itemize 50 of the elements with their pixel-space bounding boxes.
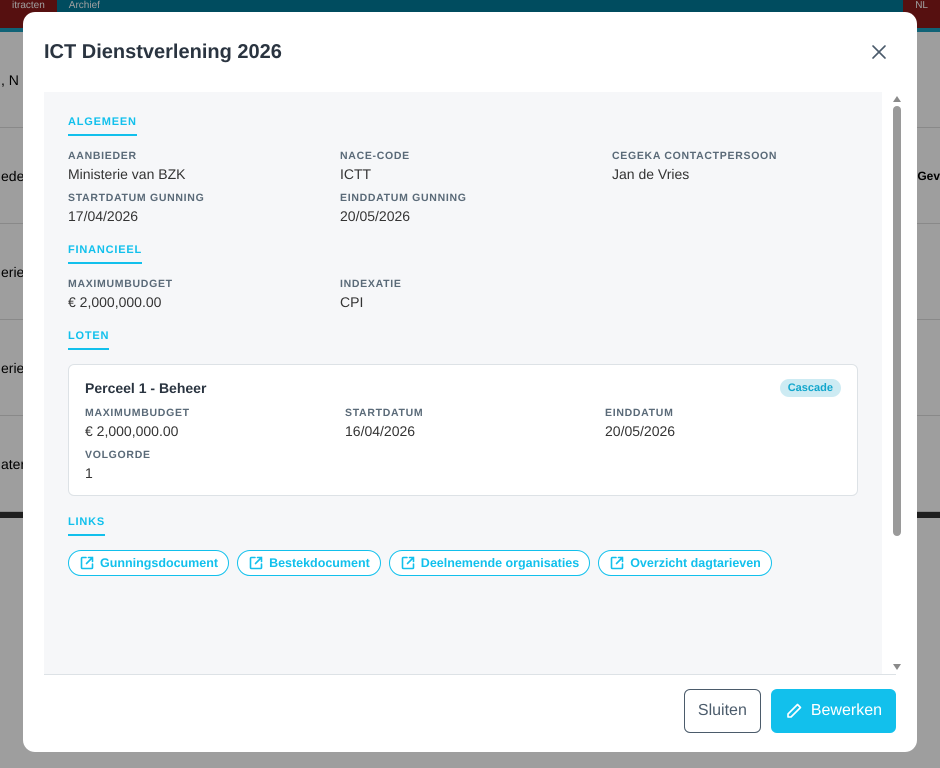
field-value: 20/05/2026 bbox=[605, 423, 676, 439]
field-label: EINDDATUM bbox=[605, 407, 674, 419]
field-value: ICTT bbox=[340, 166, 372, 182]
link-button[interactable]: Deelnemende organisaties bbox=[388, 550, 590, 576]
field-label: STARTDATUM bbox=[345, 407, 424, 419]
pencil-icon bbox=[784, 702, 803, 720]
field-value: 1 bbox=[85, 465, 93, 481]
field-value: 17/04/2026 bbox=[68, 208, 138, 224]
field-label: CEGEKA CONTACTPERSOON bbox=[612, 150, 778, 162]
field-label: INDEXATIE bbox=[340, 278, 402, 290]
background-text: ede bbox=[0, 168, 26, 184]
status-badge: Cascade bbox=[780, 379, 841, 397]
section-heading: ALGEMEEN bbox=[68, 116, 137, 136]
background-text: erie bbox=[0, 264, 26, 280]
dialog-title: ICT Dienstverlening 2026 bbox=[44, 40, 282, 64]
external-link-icon bbox=[400, 555, 416, 571]
field-value: € 2,000,000.00 bbox=[85, 423, 178, 439]
field-label: MAXIMUMBUDGET bbox=[85, 407, 190, 419]
section-heading: LOTEN bbox=[68, 330, 110, 350]
lot-title: Perceel 1 - Beheer bbox=[85, 380, 206, 396]
section-heading: FINANCIEEL bbox=[68, 244, 142, 264]
background-text: erie bbox=[0, 360, 26, 376]
link-button[interactable]: Gunningsdocument bbox=[68, 550, 230, 576]
field-label: STARTDATUM GUNNING bbox=[68, 192, 204, 204]
field-label: MAXIMUMBUDGET bbox=[68, 278, 173, 290]
field-value: Ministerie van BZK bbox=[68, 166, 186, 182]
field-value: CPI bbox=[340, 294, 364, 310]
field-value: Jan de Vries bbox=[612, 166, 690, 182]
field-value: 20/05/2026 bbox=[340, 208, 410, 224]
close-button[interactable]: Sluiten bbox=[684, 689, 761, 733]
external-link-icon bbox=[609, 555, 626, 571]
field-label: VOLGORDE bbox=[85, 449, 151, 461]
section-heading: LINKS bbox=[68, 516, 105, 536]
link-button[interactable]: Bestekdocument bbox=[237, 550, 381, 576]
link-button[interactable]: Overzicht dagtarieven bbox=[598, 550, 772, 576]
field-value: € 2,000,000.00 bbox=[68, 294, 162, 310]
external-link-icon bbox=[248, 555, 264, 571]
scroll-down-icon[interactable] bbox=[893, 664, 901, 670]
scroll-up-icon[interactable] bbox=[893, 96, 901, 102]
scrollbar-thumb[interactable] bbox=[893, 106, 901, 536]
field-label: EINDDATUM GUNNING bbox=[340, 192, 467, 204]
field-value: 16/04/2026 bbox=[345, 423, 416, 439]
close-icon[interactable] bbox=[871, 44, 887, 60]
field-label: NACE-CODE bbox=[340, 150, 410, 162]
edit-button[interactable]: Bewerken bbox=[770, 689, 896, 733]
background-text: ater bbox=[0, 456, 26, 472]
external-link-icon bbox=[79, 555, 95, 571]
background-text: Gev bbox=[917, 168, 940, 182]
field-label: AANBIEDER bbox=[68, 150, 137, 162]
background-text: , N bbox=[0, 72, 20, 88]
